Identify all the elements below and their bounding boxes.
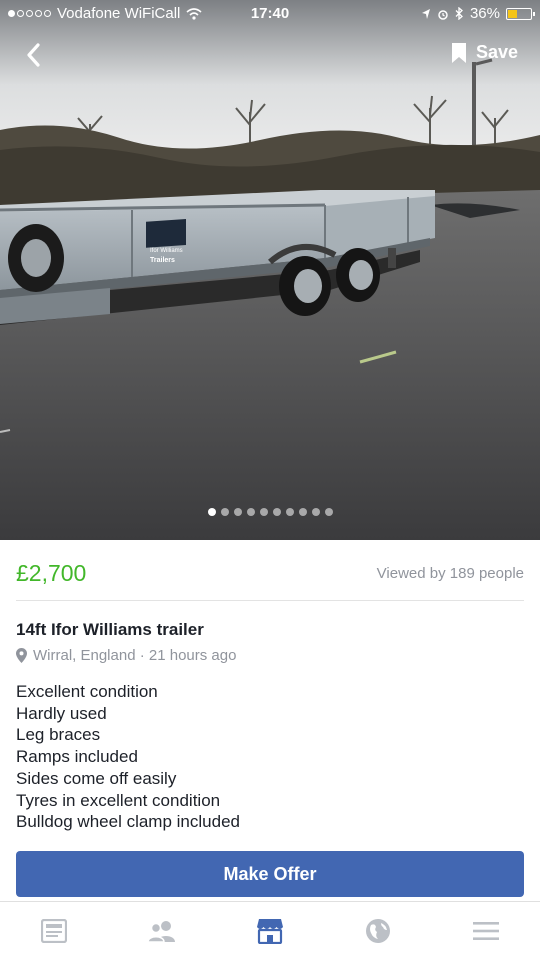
description-line: Excellent condition — [16, 682, 158, 701]
make-offer-button[interactable]: Make Offer — [16, 851, 524, 897]
globe-icon — [366, 919, 390, 943]
description-line: Tyres in excellent condition — [16, 790, 221, 810]
listing-location[interactable]: Wirral, England · 21 hours ago — [16, 647, 236, 664]
battery-icon — [506, 7, 535, 20]
listing-description: Excellent condition Hardly used Leg braces… — [16, 681, 240, 833]
marketplace-icon — [257, 919, 283, 944]
trailer-brand-line-1: Ifor Williams — [150, 248, 183, 254]
tab-marketplace[interactable] — [216, 902, 324, 960]
pager-dot[interactable] — [311, 508, 320, 516]
trailer-photo-illustration: Ifor Williams Trailers — [0, 0, 540, 540]
pager-dot[interactable] — [233, 508, 242, 516]
listing-price: £2,700 — [16, 560, 87, 586]
description-line: Ramps included — [16, 747, 138, 767]
back-button[interactable] — [20, 40, 50, 70]
map-pin-icon — [16, 648, 27, 663]
pager-dot[interactable] — [285, 508, 294, 516]
description-line: Sides come off easily — [16, 768, 177, 788]
menu-icon — [473, 922, 499, 940]
description-line: Bulldog wheel clamp included — [16, 812, 240, 832]
tab-notifications[interactable] — [324, 902, 432, 960]
pager-dot[interactable] — [298, 508, 307, 516]
location-arrow-icon — [421, 8, 430, 19]
pager-dot[interactable] — [324, 508, 333, 516]
battery-percent: 36% — [469, 5, 500, 22]
bluetooth-icon — [455, 7, 463, 20]
bottom-tab-bar — [0, 901, 540, 960]
status-bar: Vodafone WiFiCall 17:40 36% — [0, 0, 540, 28]
listing-photo[interactable]: Ifor Williams Trailers — [0, 0, 540, 540]
description-line: Hardly used — [16, 703, 107, 723]
pager-dot[interactable] — [272, 508, 281, 516]
alarm-icon — [438, 9, 448, 20]
save-label: Save — [475, 42, 518, 62]
pager-dot[interactable] — [246, 508, 255, 516]
pager-dot[interactable] — [259, 508, 268, 516]
tab-news-feed[interactable] — [0, 902, 108, 960]
news-feed-icon — [41, 919, 67, 943]
view-count: Viewed by 189 people — [376, 565, 524, 582]
tab-menu[interactable] — [432, 902, 540, 960]
description-line: Leg braces — [16, 725, 101, 745]
save-button[interactable]: Save — [451, 42, 518, 63]
photo-pager[interactable] — [0, 508, 540, 516]
friends-icon — [147, 921, 175, 942]
trailer-brand-line-2: Trailers — [150, 257, 175, 264]
pager-dot[interactable] — [207, 508, 216, 516]
chevron-left-icon — [27, 43, 40, 67]
price-row: £2,700 Viewed by 189 people — [16, 540, 524, 601]
tab-friends[interactable] — [108, 902, 216, 960]
bookmark-icon — [451, 42, 466, 63]
location-text: Wirral, England · 21 hours ago — [33, 647, 237, 664]
listing-title: 14ft Ifor Williams trailer — [16, 620, 204, 639]
pager-dot[interactable] — [220, 508, 229, 516]
